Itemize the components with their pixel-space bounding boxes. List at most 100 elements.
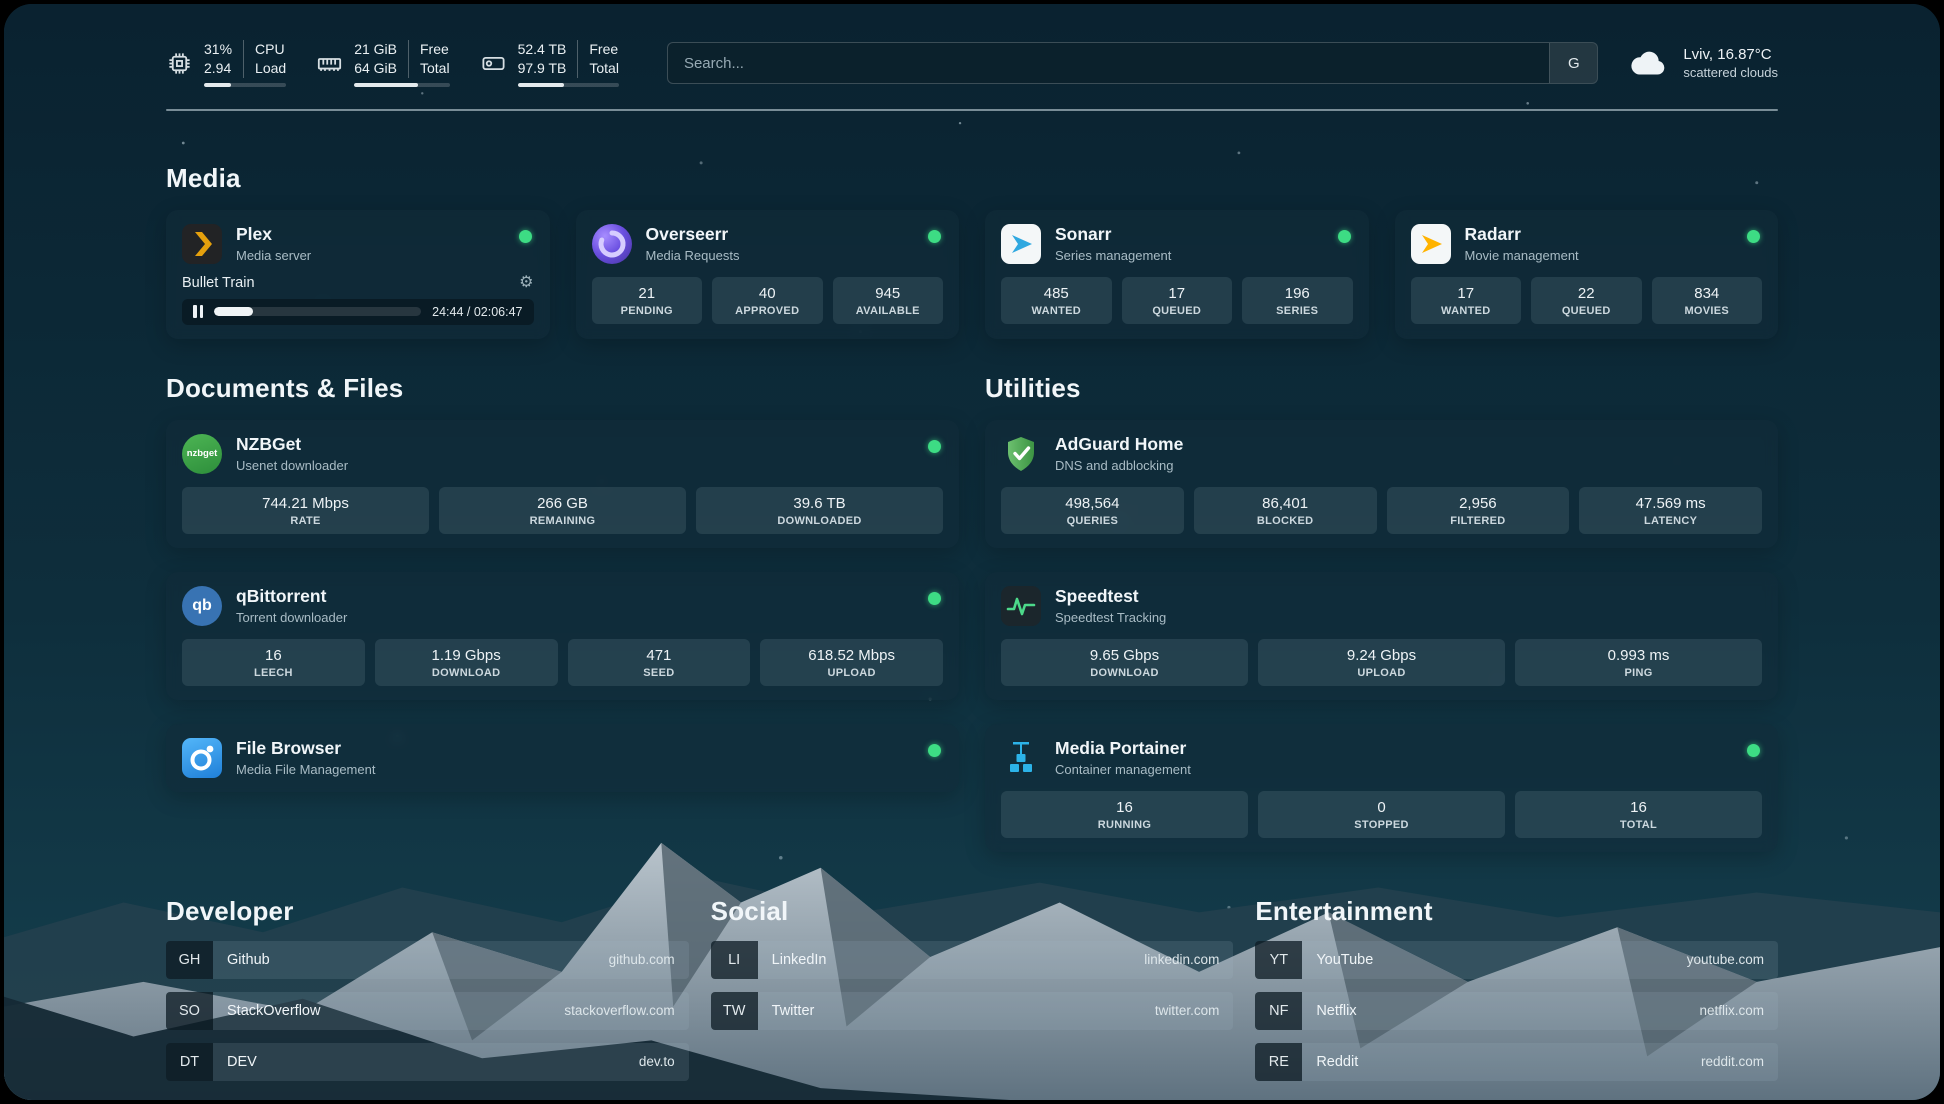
stat-value: 618.52 Mbps <box>764 647 939 664</box>
stat-box: 834 MOVIES <box>1652 277 1763 324</box>
stat-box: 39.6 TB DOWNLOADED <box>696 487 943 534</box>
cloud-icon <box>1628 47 1670 79</box>
stats-row: 16 LEECH 1.19 Gbps DOWNLOAD 471 SE <box>182 639 943 686</box>
app-card-nzbget[interactable]: nzbget NZBGet Usenet downloader 744.21 M… <box>166 420 959 548</box>
app-card-sonarr[interactable]: Sonarr Series management 485 WANTED 17 <box>985 210 1369 339</box>
app-card-filebrowser[interactable]: File Browser Media File Management <box>166 724 959 792</box>
cpu-load-value: 2.94 <box>204 59 231 78</box>
bookmark-url: reddit.com <box>1701 1054 1764 1069</box>
overseerr-icon <box>592 224 632 264</box>
app-name: Overseerr <box>646 224 740 245</box>
bookmark-link[interactable]: NF Netflix netflix.com <box>1255 992 1778 1030</box>
stat-value: 17 <box>1415 285 1518 302</box>
app-card-plex[interactable]: Plex Media server Bullet Train ⚙ 24:44 /… <box>166 210 550 339</box>
app-card-portainer[interactable]: Media Portainer Container management 16 … <box>985 724 1778 852</box>
bookmark-link[interactable]: GH Github github.com <box>166 941 689 979</box>
section-title-social: Social <box>711 896 1234 927</box>
bookmark-name: DEV <box>227 1054 257 1070</box>
stat-label: WANTED <box>1005 305 1108 317</box>
bookmark-link[interactable]: LI LinkedIn linkedin.com <box>711 941 1234 979</box>
stat-box: 17 QUEUED <box>1122 277 1233 324</box>
bookmark-link[interactable]: TW Twitter twitter.com <box>711 992 1234 1030</box>
stat-box: 16 LEECH <box>182 639 365 686</box>
stat-box: 21 PENDING <box>592 277 703 324</box>
stat-label: UPLOAD <box>764 667 939 679</box>
bookmark-name: YouTube <box>1316 952 1373 968</box>
app-description: Speedtest Tracking <box>1055 610 1166 625</box>
stat-box: 196 SERIES <box>1242 277 1353 324</box>
memory-icon <box>316 50 343 77</box>
status-online-dot <box>1747 744 1760 757</box>
stat-box: 17 WANTED <box>1411 277 1522 324</box>
stat-label: PENDING <box>596 305 699 317</box>
bookmark-name: Github <box>227 952 270 968</box>
stat-label: DOWNLOAD <box>1005 667 1244 679</box>
bookmark-name: Twitter <box>772 1003 815 1019</box>
section-title-developer: Developer <box>166 896 689 927</box>
stat-box: 86,401 BLOCKED <box>1194 487 1377 534</box>
cpu-percent: 31% <box>204 40 232 59</box>
ram-free-label: Free <box>420 40 450 59</box>
app-name: AdGuard Home <box>1055 434 1183 455</box>
bookmark-group-entertainment: Entertainment YT YouTube youtube.com NF … <box>1255 896 1778 1094</box>
stat-value: 196 <box>1246 285 1349 302</box>
stat-label: WANTED <box>1415 305 1518 317</box>
disk-total-label: Total <box>589 59 619 78</box>
app-card-adguard[interactable]: AdGuard Home DNS and adblocking 498,564 … <box>985 420 1778 548</box>
bookmark-abbr-icon: GH <box>166 941 213 979</box>
search-input[interactable] <box>668 43 1549 83</box>
bookmark-link[interactable]: DT DEV dev.to <box>166 1043 689 1081</box>
bookmark-url: linkedin.com <box>1144 952 1219 967</box>
stat-box: 471 SEED <box>568 639 751 686</box>
app-card-radarr[interactable]: Radarr Movie management 17 WANTED 22 <box>1395 210 1779 339</box>
stat-label: REMAINING <box>443 515 682 527</box>
stat-label: DOWNLOADED <box>700 515 939 527</box>
app-card-qbittorrent[interactable]: qb qBittorrent Torrent downloader 16 LEE <box>166 572 959 700</box>
bookmark-name: StackOverflow <box>227 1003 320 1019</box>
disk-total-value: 97.9 TB <box>518 59 567 78</box>
bookmark-abbr-icon: DT <box>166 1043 213 1081</box>
bookmark-link[interactable]: YT YouTube youtube.com <box>1255 941 1778 979</box>
stat-label: QUEUED <box>1126 305 1229 317</box>
stat-box: 16 TOTAL <box>1515 791 1762 838</box>
app-description: Media Requests <box>646 248 740 263</box>
app-description: Torrent downloader <box>236 610 347 625</box>
stats-row: 16 RUNNING 0 STOPPED 16 TOTAL <box>1001 791 1762 838</box>
app-name: File Browser <box>236 738 375 759</box>
stat-value: 9.65 Gbps <box>1005 647 1244 664</box>
bookmark-list: YT YouTube youtube.com NF Netflix netfli… <box>1255 941 1778 1081</box>
pause-icon[interactable] <box>193 305 203 318</box>
disk-free-label: Free <box>589 40 619 59</box>
stat-box: 9.65 Gbps DOWNLOAD <box>1001 639 1248 686</box>
top-bar: 31% 2.94 CPU Load <box>166 4 1778 87</box>
app-card-overseerr[interactable]: Overseerr Media Requests 21 PENDING 40 <box>576 210 960 339</box>
stat-value: 21 <box>596 285 699 302</box>
stat-value: 1.19 Gbps <box>379 647 554 664</box>
sonarr-icon <box>1001 224 1041 264</box>
bookmark-url: twitter.com <box>1155 1003 1220 1018</box>
nzbget-icon: nzbget <box>182 434 222 474</box>
gear-icon[interactable]: ⚙ <box>519 275 533 291</box>
app-card-speedtest[interactable]: Speedtest Speedtest Tracking 9.65 Gbps D… <box>985 572 1778 700</box>
bookmark-url: github.com <box>609 952 675 967</box>
cpu-monitor: 31% 2.94 CPU Load <box>166 40 286 87</box>
bookmark-abbr-icon: SO <box>166 992 213 1030</box>
bookmark-abbr-icon: NF <box>1255 992 1302 1030</box>
status-online-dot <box>928 744 941 757</box>
stat-label: AVAILABLE <box>837 305 940 317</box>
app-description: Media server <box>236 248 311 263</box>
bookmark-link[interactable]: RE Reddit reddit.com <box>1255 1043 1778 1081</box>
playback-progress-bar[interactable] <box>214 307 421 316</box>
bookmark-url: stackoverflow.com <box>564 1003 674 1018</box>
stat-label: RATE <box>186 515 425 527</box>
weather-condition: scattered clouds <box>1683 65 1778 80</box>
system-monitors: 31% 2.94 CPU Load <box>166 40 619 87</box>
stat-value: 471 <box>572 647 747 664</box>
bookmark-link[interactable]: SO StackOverflow stackoverflow.com <box>166 992 689 1030</box>
status-online-dot <box>928 230 941 243</box>
search-engine-button[interactable]: G <box>1549 43 1597 83</box>
ram-total-label: Total <box>420 59 450 78</box>
stat-box: 9.24 Gbps UPLOAD <box>1258 639 1505 686</box>
bookmark-list: GH Github github.com SO StackOverflow st… <box>166 941 689 1081</box>
stat-box: 485 WANTED <box>1001 277 1112 324</box>
